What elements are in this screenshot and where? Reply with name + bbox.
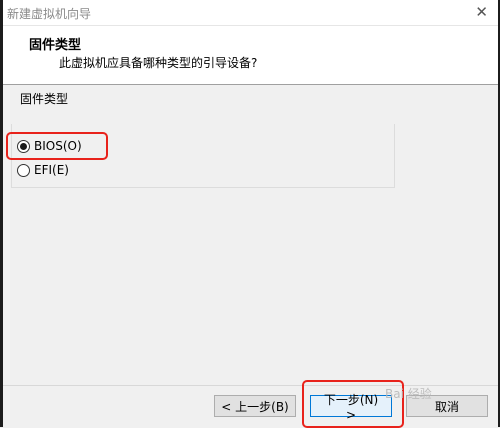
title-bar: 新建虚拟机向导 ✕ [3, 0, 498, 26]
efi-label[interactable]: EFI(E) [34, 163, 69, 177]
radio-unselected-icon[interactable] [17, 163, 30, 177]
page-subtitle: 此虚拟机应具备哪种类型的引导设备? [59, 56, 258, 70]
firmware-groupbox [11, 124, 395, 188]
groupbox-label: 固件类型 [18, 90, 71, 107]
bios-radio-option[interactable]: BIOS(O) [17, 139, 82, 153]
efi-radio-option[interactable]: EFI(E) [17, 163, 69, 177]
window-title: 新建虚拟机向导 [7, 7, 92, 21]
close-icon[interactable]: ✕ [475, 3, 488, 21]
back-button[interactable]: < 上一步(B) [214, 395, 296, 417]
bios-label[interactable]: BIOS(O) [34, 139, 82, 153]
page-title: 固件类型 [29, 38, 82, 53]
next-button[interactable]: 下一步(N) > [310, 393, 392, 422]
wizard-header: 固件类型 此虚拟机应具备哪种类型的引导设备? [3, 26, 498, 85]
radio-selected-icon[interactable] [17, 139, 30, 153]
watermark-text: Bai 经验 [385, 387, 432, 401]
wizard-content: 固件类型 BIOS(O) EFI(E) [3, 85, 498, 385]
